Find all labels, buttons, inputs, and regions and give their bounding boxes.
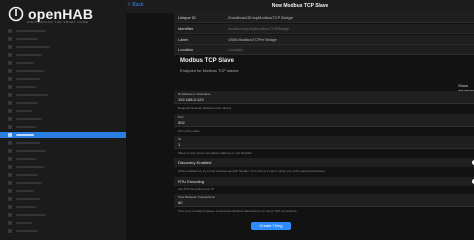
identifier-label: Identifier [178,26,194,31]
sidebar-item[interactable] [0,52,126,58]
sidebar-item[interactable] [0,76,126,82]
page-title: New Modbus TCP Slave [271,3,329,9]
sidebar-item[interactable] [0,36,126,42]
slave-id-field[interactable]: ID 1 [174,136,474,149]
sidebar-item[interactable] [0,116,126,122]
sidebar-item[interactable] [0,140,126,146]
app-logo-subtitle: EMPOWERING THE SMART HOME [27,20,89,24]
unique-id-row[interactable]: Unique ID ZmodbusUID:tcpModbusTCP Bridge [174,13,474,23]
sidebar-item[interactable] [0,108,126,114]
label-value: OWA ModbusTCPer Bridge [228,37,277,42]
main-content: ‹ Back New Modbus TCP Slave Unique ID Zm… [126,0,474,240]
sidebar-item[interactable] [0,92,126,98]
time-between-transactions-value[interactable]: 60 [178,200,182,205]
port-value[interactable]: 502 [178,120,185,125]
sidebar-item[interactable] [0,196,126,202]
sidebar-item[interactable] [0,100,126,106]
port-label: Port [178,115,184,119]
sidebar-item[interactable] [0,204,126,210]
openhab-logo-icon [8,6,24,22]
location-label: Location [178,47,194,52]
section-subtitle: Endpoint for Modbus TCP slaves [180,68,239,73]
section-title: Modbus TCP Slave [180,58,234,64]
slave-id-help: Slave id. Also known as station address … [178,151,253,155]
identifier-row[interactable]: Identifier modbus:tcp:tcpModbusTCPBridge [174,24,474,34]
sidebar-item[interactable] [0,156,126,162]
rtu-help: Use RTU Encoding over IP [178,187,214,191]
time-between-transactions-help: Time (ms) to delay between consecutive M… [178,209,297,213]
sidebar-item[interactable] [0,124,126,130]
sidebar: openHAB EMPOWERING THE SMART HOME [0,0,126,240]
sidebar-item[interactable] [0,172,126,178]
discovery-help: When enabled we try to find a device spe… [178,169,326,173]
location-value: Location [228,47,244,52]
slave-id-value[interactable]: 1 [178,142,180,147]
sidebar-item[interactable] [0,60,126,66]
sidebar-item[interactable] [0,212,126,218]
sidebar-item[interactable] [0,44,126,50]
ip-address-help: Required Network address of the device [178,106,232,110]
identifier-value: modbus:tcp:tcpModbusTCPBridge [228,26,289,31]
rtu-label: RTU Encoding [178,179,204,184]
sidebar-item[interactable] [0,188,126,194]
sidebar-item[interactable] [0,228,126,234]
discovery-label: Discovery Enabled [178,160,212,165]
port-help: Port of the slave [178,129,200,133]
port-field[interactable]: Port 502 [174,114,474,127]
ip-address-label: IP Address or Hostname [178,92,211,96]
sidebar-item[interactable] [0,28,126,34]
ip-address-field[interactable]: IP Address or Hostname 192.168.0.123 [174,91,474,104]
navbar: ‹ Back New Modbus TCP Slave [126,0,474,13]
discovery-toggle-row[interactable]: Discovery Enabled [174,158,474,167]
label-label: Label [178,37,188,42]
sidebar-item-things[interactable] [0,132,126,138]
unique-id-value: ZmodbusUID:tcpModbusTCP Bridge [228,15,293,20]
location-row[interactable]: Location Location ⊕ [174,45,474,55]
sidebar-item[interactable] [0,180,126,186]
sidebar-item[interactable] [0,164,126,170]
create-thing-button[interactable]: Create Thing [251,222,291,230]
unique-id-label: Unique ID [178,15,196,20]
slave-id-label: ID [178,137,181,141]
label-row[interactable]: Label OWA ModbusTCPer Bridge [174,35,474,45]
time-between-transactions-field[interactable]: Time Between Transactions 60 [174,194,474,207]
sidebar-item[interactable] [0,68,126,74]
sidebar-item[interactable] [0,84,126,90]
ip-address-value[interactable]: 192.168.0.123 [178,97,204,102]
sidebar-item[interactable] [0,148,126,154]
time-between-transactions-label: Time Between Transactions [178,195,215,199]
rtu-toggle-row[interactable]: RTU Encoding [174,177,474,186]
sidebar-item[interactable] [0,220,126,226]
